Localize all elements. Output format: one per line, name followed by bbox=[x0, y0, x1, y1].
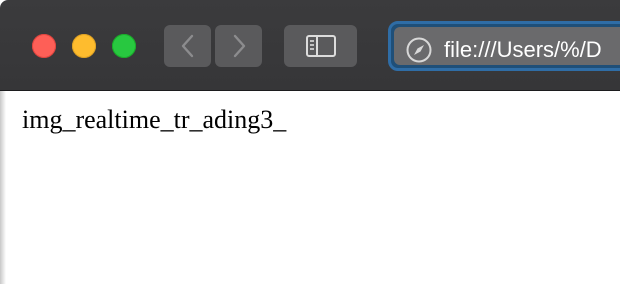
minimize-window-button[interactable] bbox=[72, 34, 96, 58]
address-input-value[interactable]: file:///Users/%/D bbox=[444, 36, 602, 64]
page-text: img_realtime_tr_ading3_ bbox=[22, 105, 287, 134]
chevron-right-icon bbox=[233, 34, 245, 58]
sidebar-icon bbox=[305, 35, 336, 57]
sidebar-toggle-button[interactable] bbox=[284, 25, 357, 67]
page-content: img_realtime_tr_ading3_ bbox=[0, 91, 620, 284]
chevron-left-icon bbox=[181, 34, 193, 58]
browser-window: file:///Users/%/D img_realtime_tr_ading3… bbox=[0, 0, 620, 284]
back-button[interactable] bbox=[164, 25, 211, 67]
zoom-window-button[interactable] bbox=[112, 34, 136, 58]
compass-icon bbox=[406, 37, 432, 63]
browser-toolbar: file:///Users/%/D bbox=[0, 0, 620, 91]
window-edge-shadow bbox=[0, 91, 6, 284]
address-bar[interactable]: file:///Users/%/D bbox=[388, 21, 620, 71]
close-window-button[interactable] bbox=[32, 34, 56, 58]
forward-button[interactable] bbox=[215, 25, 262, 67]
address-field[interactable]: file:///Users/%/D bbox=[394, 27, 620, 65]
